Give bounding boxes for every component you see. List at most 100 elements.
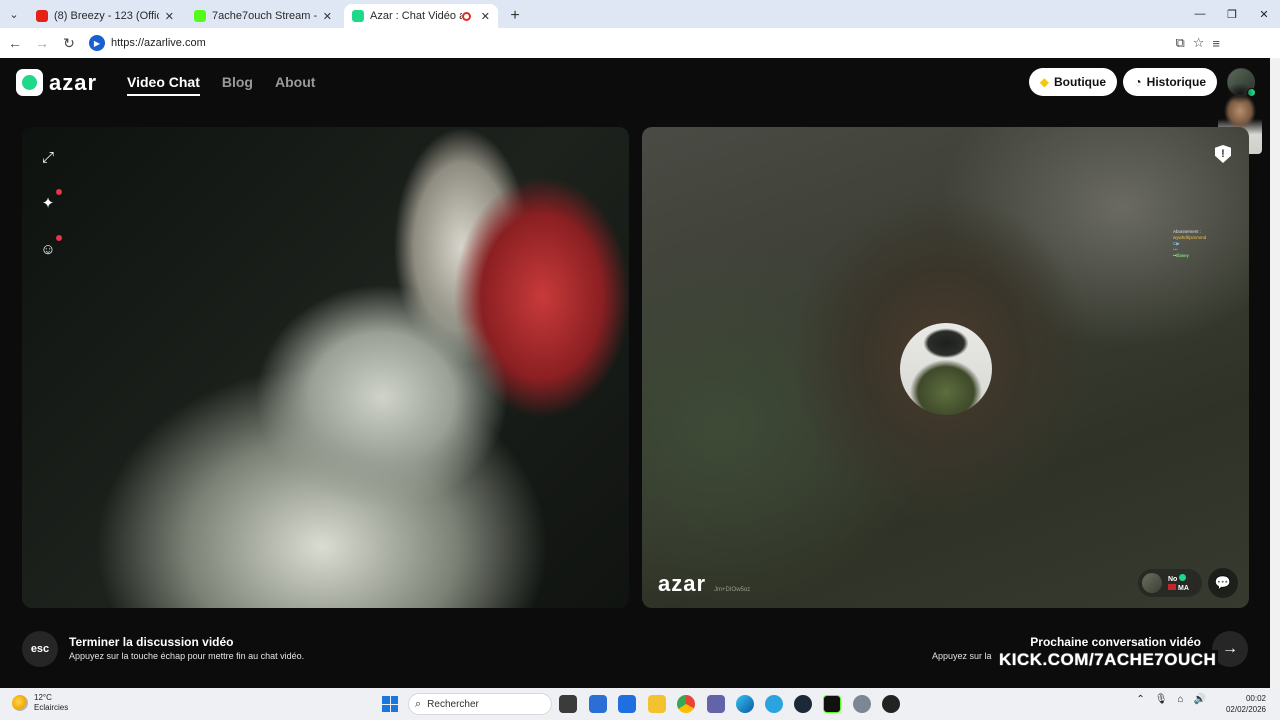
tab-title: Azar : Chat Vidéo avec de n (370, 10, 462, 22)
new-tab-button[interactable]: + (502, 4, 528, 28)
azar-logo-icon (16, 69, 43, 96)
shop-button[interactable]: ◆ Boutique (1028, 68, 1117, 96)
window-controls: — ❐ ✕ (1184, 0, 1280, 28)
reload-icon[interactable]: ↻ (57, 31, 81, 55)
tab-title: 7ache7ouch Stream - Watch Li (212, 10, 317, 22)
bookmark-star-icon[interactable]: ☆ (1193, 35, 1205, 51)
windows-start-icon[interactable] (382, 696, 398, 712)
report-shield-icon[interactable]: ! (1215, 145, 1231, 163)
search-placeholder: Rechercher (427, 698, 479, 710)
forward-icon[interactable]: → (30, 31, 54, 55)
url-text: https://azarlive.com (111, 37, 206, 49)
end-chat-button[interactable]: esc (22, 631, 58, 667)
face-filter-icon[interactable]: ☺ (36, 235, 62, 261)
azar-icon (352, 10, 364, 22)
fullscreen-toggle-icon[interactable]: ⤢ (36, 145, 60, 169)
network-icon[interactable]: ⌂ (1178, 694, 1184, 705)
chat-bubble-icon[interactable]: 💬 (1208, 568, 1238, 598)
edge-icon[interactable] (736, 695, 754, 713)
history-label: Historique (1146, 75, 1206, 89)
recording-icon (461, 11, 471, 21)
close-tab-icon[interactable]: ✕ (323, 10, 332, 23)
close-tab-icon[interactable]: ✕ (481, 10, 490, 23)
gem-icon: ◆ (1039, 75, 1049, 89)
clock-icon: ◔ (1134, 75, 1142, 89)
site-camera-icon[interactable]: ▶ (89, 35, 105, 51)
minimize-icon[interactable]: — (1184, 0, 1216, 28)
chevron-up-icon[interactable]: ⌃ (1136, 694, 1144, 705)
peer-profile-photo (900, 323, 992, 415)
peer-user-id: Jm+DIOw5oz (714, 587, 751, 593)
outlook-icon[interactable] (618, 695, 636, 713)
back-icon[interactable]: ← (3, 31, 27, 55)
tab-azar[interactable]: Azar : Chat Vidéo avec de n ✕ (344, 4, 498, 28)
nav-blog[interactable]: Blog (222, 74, 253, 96)
close-window-icon[interactable]: ✕ (1248, 0, 1280, 28)
volume-icon[interactable]: 🔊 (1194, 694, 1206, 705)
overlay-line: ••tlbwey (1173, 253, 1189, 258)
system-clock[interactable]: 00:02 02/02/2026 (1226, 693, 1266, 715)
teams-icon[interactable] (707, 695, 725, 713)
reading-list-icon[interactable]: ≡ (1212, 36, 1220, 51)
end-chat-title: Terminer la discussion vidéo (69, 635, 234, 649)
store-icon[interactable] (589, 695, 607, 713)
browser-tab-bar: ⌄ (8) Breezy - 123 (Official Music ✕ 7ac… (0, 0, 1280, 28)
stream-watermark: KICK.COM/7ACHE7OUCH (997, 650, 1219, 670)
windows-taskbar: 12°C Eclaircies ⌕ Rechercher ⌃ 🎙 ⌂ 🔊 00:… (0, 688, 1280, 720)
page-scrollbar[interactable] (1270, 58, 1280, 688)
peer-info-chip[interactable]: No MA (1138, 569, 1202, 597)
obs-icon[interactable] (882, 695, 900, 713)
country-flag-icon (1168, 583, 1176, 590)
nav-about[interactable]: About (275, 74, 315, 96)
notification-dot (56, 235, 62, 241)
nav-video-chat[interactable]: Video Chat (127, 74, 200, 96)
effects-wand-icon[interactable]: ✦ (36, 189, 62, 215)
next-hint-start: Appuyez sur la (931, 651, 992, 661)
task-view-icon[interactable] (559, 695, 577, 713)
kick-app-icon[interactable] (823, 695, 841, 713)
system-tray: ⌃ 🎙 ⌂ 🔊 (1136, 694, 1206, 705)
tab-kick[interactable]: 7ache7ouch Stream - Watch Li ✕ (186, 4, 340, 28)
file-explorer-icon[interactable] (648, 695, 666, 713)
weather-widget[interactable]: 12°C Eclaircies (12, 693, 68, 713)
verified-icon (1179, 573, 1187, 581)
telegram-icon[interactable] (765, 695, 783, 713)
microphone-icon[interactable]: 🎙 (1155, 694, 1168, 705)
kick-icon (194, 10, 206, 22)
azar-app: azar Video Chat Blog About ◆ Boutique ◔ … (0, 58, 1280, 688)
clock-date: 02/02/2026 (1225, 705, 1266, 714)
remote-watermark: azar Jm+DIOw5oz (658, 571, 750, 597)
temperature: 12°C (34, 693, 52, 702)
end-chat-hint: Appuyez sur la touche échap pour mettre … (69, 651, 305, 661)
notification-dot (56, 189, 62, 195)
video-tools: ⤢ ✦ ☺ (36, 145, 62, 261)
youtube-icon (36, 10, 48, 22)
close-tab-icon[interactable]: ✕ (165, 10, 174, 23)
azar-watermark: azar (658, 571, 707, 596)
clock-time: 00:02 (1245, 694, 1266, 703)
maximize-icon[interactable]: ❐ (1216, 0, 1248, 28)
azar-logo[interactable]: azar (16, 69, 97, 96)
taskbar-search[interactable]: ⌕ Rechercher (408, 693, 552, 715)
next-chat-title: Prochaine conversation vidéo (1030, 635, 1201, 649)
chrome-icon[interactable] (677, 695, 695, 713)
peer-name: No (1168, 575, 1178, 583)
remote-video: ! Abonnement : wywhdhjsmmmd C▶ ••• ••tlb… (642, 127, 1249, 608)
settings-gear-icon[interactable] (853, 695, 871, 713)
steam-icon[interactable] (794, 695, 812, 713)
install-app-icon[interactable]: ⧉ (1175, 35, 1184, 51)
history-button[interactable]: ◔ Historique (1123, 68, 1217, 96)
tab-title: (8) Breezy - 123 (Official Music (54, 10, 159, 22)
peer-country: MA (1178, 584, 1189, 592)
stream-overlay-text: Abonnement : wywhdhjsmmmd C▶ ••• ••tlbwe… (1173, 229, 1225, 259)
tab-youtube[interactable]: (8) Breezy - 123 (Official Music ✕ (28, 4, 182, 28)
partly-sunny-icon (12, 695, 28, 711)
weather-condition: Eclaircies (34, 703, 69, 712)
address-bar: ← → ↻ ▶ https://azarlive.com ⧉ ☆ ≡ (0, 28, 1280, 58)
logo-text: azar (49, 69, 98, 95)
tab-search-icon[interactable]: ⌄ (0, 0, 28, 28)
local-video: ⤢ ✦ ☺ (22, 127, 629, 608)
shop-label: Boutique (1054, 75, 1106, 89)
peer-avatar (1142, 573, 1162, 593)
url-field[interactable]: ▶ https://azarlive.com (87, 32, 1207, 54)
